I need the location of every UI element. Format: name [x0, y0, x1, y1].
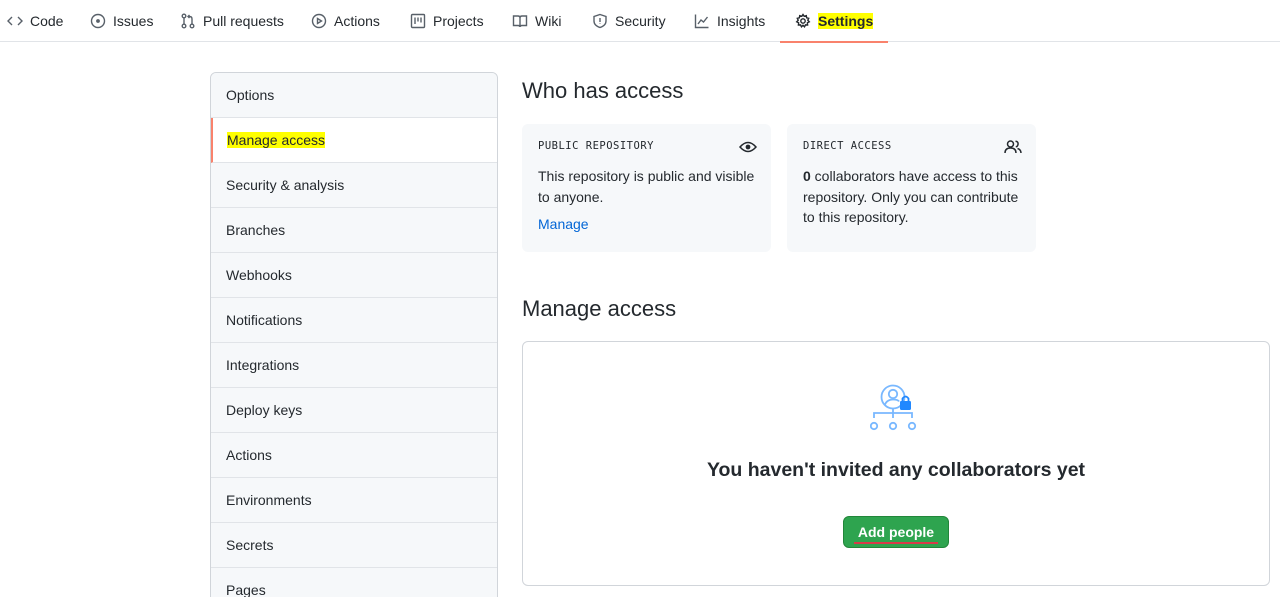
- annotation-underline: [854, 542, 938, 544]
- manage-access-heading: Manage access: [522, 296, 677, 321]
- repo-nav: Code Issues Pull requests Actions Projec…: [0, 0, 1280, 43]
- sidebar-item-label: Environments: [226, 492, 312, 508]
- gear-icon: [795, 13, 811, 28]
- sidebar-item-notifications[interactable]: Notifications: [211, 298, 497, 343]
- collaborators-lock-icon: [870, 384, 917, 431]
- sidebar-item-integrations[interactable]: Integrations: [211, 343, 497, 388]
- book-icon: [512, 15, 528, 28]
- sidebar-item-label: Options: [226, 87, 275, 103]
- sidebar-item-environments[interactable]: Environments: [211, 478, 497, 523]
- public-repository-text: This repository is public and visible to…: [538, 168, 755, 205]
- sidebar-item-pages[interactable]: Pages: [211, 568, 497, 597]
- tab-projects-label: Projects: [433, 13, 484, 29]
- shield-icon: [593, 13, 607, 29]
- tab-issues-label: Issues: [113, 13, 154, 29]
- tab-settings[interactable]: Settings: [779, 0, 889, 43]
- tab-security-label: Security: [615, 13, 666, 29]
- tab-security[interactable]: Security: [592, 0, 666, 42]
- play-icon: [311, 13, 327, 29]
- sidebar-item-label: Deploy keys: [226, 402, 303, 418]
- sidebar-item-label: Pages: [226, 582, 266, 597]
- sidebar-item-label: Branches: [226, 222, 286, 238]
- collaborator-count: 0: [803, 168, 811, 184]
- graph-icon: [694, 14, 709, 29]
- sidebar-item-secrets[interactable]: Secrets: [211, 523, 497, 568]
- sidebar-item-security-analysis[interactable]: Security & analysis: [211, 163, 497, 208]
- sidebar-item-label: Webhooks: [226, 267, 292, 283]
- tab-actions[interactable]: Actions: [311, 0, 380, 42]
- public-repository-card: PUBLIC REPOSITORY This repository is pub…: [522, 124, 771, 252]
- tab-wiki-label: Wiki: [535, 13, 562, 29]
- tab-pull-requests[interactable]: Pull requests: [180, 0, 284, 42]
- tab-insights-label: Insights: [717, 13, 766, 29]
- sidebar-item-branches[interactable]: Branches: [211, 208, 497, 253]
- people-icon: [1004, 140, 1022, 154]
- sidebar-item-label: Notifications: [226, 312, 303, 328]
- tab-code[interactable]: Code: [7, 0, 63, 42]
- tab-issues[interactable]: Issues: [90, 0, 153, 42]
- sidebar-item-label: Integrations: [226, 357, 300, 373]
- direct-access-text: 0 collaborators have access to this repo…: [803, 166, 1020, 228]
- sidebar-item-webhooks[interactable]: Webhooks: [211, 253, 497, 298]
- sidebar-item-manage-access[interactable]: Manage access: [211, 118, 497, 163]
- eye-icon: [739, 141, 757, 153]
- issue-opened-icon: [90, 13, 106, 29]
- sidebar-item-actions[interactable]: Actions: [211, 433, 497, 478]
- sidebar-item-label: Security & analysis: [226, 177, 345, 193]
- sidebar-item-label: Actions: [226, 447, 272, 463]
- collaborators-blankslate: You haven't invited any collaborators ye…: [522, 341, 1270, 586]
- direct-access-card: DIRECT ACCESS 0 collaborators have acces…: [787, 124, 1036, 252]
- tab-code-label: Code: [30, 13, 64, 29]
- who-has-access-heading: Who has access: [522, 78, 684, 103]
- tab-actions-label: Actions: [334, 13, 380, 29]
- sidebar-item-label: Manage access: [227, 132, 326, 148]
- git-pull-request-icon: [181, 13, 195, 29]
- manage-visibility-link[interactable]: Manage: [538, 216, 589, 232]
- code-icon: [7, 16, 23, 26]
- settings-sidebar: Options Manage access Security & analysi…: [210, 72, 498, 597]
- tab-insights[interactable]: Insights: [694, 0, 765, 42]
- sidebar-item-options[interactable]: Options: [211, 73, 497, 118]
- direct-access-label: DIRECT ACCESS: [803, 140, 892, 152]
- tab-pull-requests-label: Pull requests: [203, 13, 284, 29]
- tab-wiki[interactable]: Wiki: [512, 0, 561, 42]
- tab-projects[interactable]: Projects: [410, 0, 484, 42]
- direct-access-description: collaborators have access to this reposi…: [803, 168, 1019, 225]
- sidebar-item-label: Secrets: [226, 537, 274, 553]
- no-collaborators-message: You haven't invited any collaborators ye…: [706, 459, 1086, 481]
- public-repository-label: PUBLIC REPOSITORY: [538, 140, 654, 152]
- tab-settings-label: Settings: [818, 13, 874, 29]
- sidebar-item-deploy-keys[interactable]: Deploy keys: [211, 388, 497, 433]
- project-icon: [410, 13, 426, 29]
